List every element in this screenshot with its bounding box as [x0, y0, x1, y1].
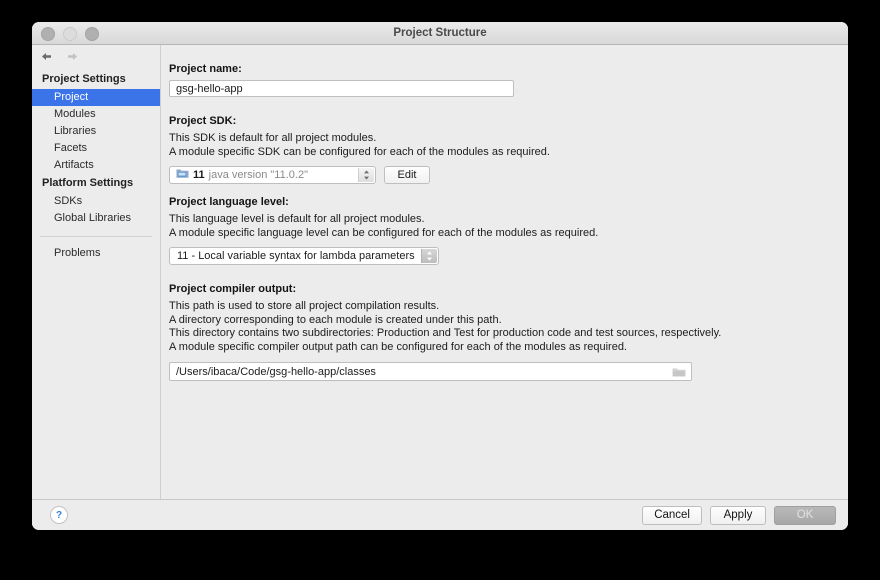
compiler-output-description-line-3: This directory contains two subdirectori… — [169, 327, 722, 339]
sidebar-item-libraries[interactable]: Libraries — [32, 123, 160, 140]
project-name-value: gsg-hello-app — [176, 82, 243, 95]
project-sdk-section: Project SDK: This SDK is default for all… — [169, 115, 830, 184]
compiler-output-description-line-4: A module specific compiler output path c… — [169, 340, 627, 353]
desktop-backdrop: Project Structure Project Settings Proje… — [0, 0, 880, 580]
project-name-input[interactable]: gsg-hello-app — [169, 80, 514, 97]
dialog-footer: ? Cancel Apply OK — [32, 499, 848, 530]
sidebar-item-modules[interactable]: Modules — [32, 106, 160, 123]
footer-button-group: Cancel Apply OK — [642, 505, 836, 525]
settings-sidebar: Project Settings Project Modules Librari… — [32, 45, 161, 499]
window-titlebar[interactable]: Project Structure — [32, 22, 848, 45]
sidebar-item-facets[interactable]: Facets — [32, 140, 160, 157]
sidebar-problems-section: Problems — [32, 237, 160, 262]
compiler-output-label: Project compiler output: — [169, 283, 297, 295]
language-level-label: Project language level: — [169, 196, 289, 208]
project-sdk-name: 11 — [193, 169, 205, 181]
project-sdk-label: Project SDK: — [169, 115, 237, 127]
nav-button-group — [32, 45, 160, 67]
sdk-folder-icon — [176, 166, 189, 184]
project-sdk-dropdown[interactable]: 11 java version "11.0.2" — [169, 166, 376, 184]
project-structure-window: Project Structure Project Settings Proje… — [32, 22, 848, 530]
sidebar-item-global-libraries[interactable]: Global Libraries — [32, 210, 160, 227]
window-title: Project Structure — [393, 27, 487, 39]
forward-arrow-icon[interactable] — [65, 49, 80, 64]
language-level-value: 11 - Local variable syntax for lambda pa… — [177, 250, 415, 262]
language-level-description-line-2: A module specific language level can be … — [169, 226, 599, 239]
language-level-stepper-icon[interactable] — [421, 249, 437, 263]
sidebar-item-artifacts[interactable]: Artifacts — [32, 157, 160, 174]
language-level-section: Project language level: This language le… — [169, 196, 830, 265]
project-sdk-stepper-icon[interactable] — [358, 168, 374, 182]
folder-browse-icon[interactable] — [672, 366, 686, 377]
apply-button[interactable]: Apply — [710, 505, 766, 525]
compiler-output-description-line-1: This path is used to store all project c… — [169, 300, 440, 312]
project-name-label: Project name: — [169, 63, 242, 75]
window-body: Project Settings Project Modules Librari… — [32, 45, 848, 499]
project-sdk-description-line-2: A module specific SDK can be configured … — [169, 145, 550, 158]
settings-tree: Project Settings Project Modules Librari… — [32, 67, 160, 262]
cancel-button[interactable]: Cancel — [642, 505, 702, 525]
sidebar-item-sdks[interactable]: SDKs — [32, 193, 160, 210]
compiler-output-path-input[interactable]: /Users/ibaca/Code/gsg-hello-app/classes — [169, 362, 692, 381]
project-sdk-row: 11 java version "11.0.2" Edit — [169, 166, 830, 184]
project-settings-panel: Project name: gsg-hello-app Project SDK:… — [161, 45, 848, 499]
back-arrow-icon[interactable] — [39, 49, 54, 64]
compiler-output-section: Project compiler output: This path is us… — [169, 283, 830, 381]
language-level-description-line-1: This language level is default for all p… — [169, 213, 425, 225]
sdk-edit-button[interactable]: Edit — [384, 166, 430, 184]
compiler-output-description-line-2: A directory corresponding to each module… — [169, 313, 502, 326]
ok-button[interactable]: OK — [774, 505, 836, 525]
project-sdk-description-line-1: This SDK is default for all project modu… — [169, 132, 377, 144]
language-level-dropdown[interactable]: 11 - Local variable syntax for lambda pa… — [169, 247, 439, 265]
compiler-output-path-value: /Users/ibaca/Code/gsg-hello-app/classes — [176, 365, 376, 378]
project-sdk-detail: java version "11.0.2" — [208, 169, 308, 181]
help-button[interactable]: ? — [50, 506, 68, 524]
sidebar-group-project-settings: Project Settings — [42, 73, 126, 85]
project-name-section: Project name: gsg-hello-app — [169, 63, 830, 97]
sidebar-item-problems[interactable]: Problems — [32, 245, 160, 262]
sidebar-group-platform-settings: Platform Settings — [42, 177, 134, 189]
sidebar-item-project[interactable]: Project — [32, 89, 160, 106]
